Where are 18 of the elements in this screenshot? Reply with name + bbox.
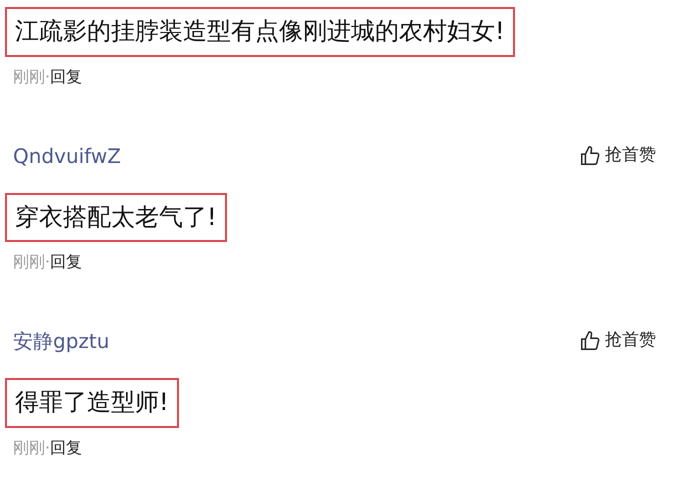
comment-text: 穿衣搭配太老气了! xyxy=(5,192,227,242)
thumbs-up-icon xyxy=(579,144,601,167)
like-button[interactable]: 抢首赞 xyxy=(579,142,656,168)
timestamp: 刚刚 xyxy=(13,251,45,274)
reply-link[interactable]: 回复 xyxy=(50,436,82,460)
separator-dot: · xyxy=(45,251,50,274)
timestamp: 刚刚 xyxy=(13,436,45,459)
thumbs-up-icon xyxy=(579,330,601,352)
username[interactable]: 安静gpztu xyxy=(13,326,110,356)
reply-link[interactable]: 回复 xyxy=(50,64,82,89)
timestamp: 刚刚 xyxy=(13,66,45,88)
comment-text: 得罪了造型师! xyxy=(5,378,179,428)
comment-text: 江疏影的挂脖装造型有点像刚进城的农村妇女! xyxy=(5,7,515,57)
username[interactable]: QndvuifwZ xyxy=(13,140,121,171)
like-button[interactable]: 抢首赞 xyxy=(579,328,656,354)
reply-link[interactable]: 回复 xyxy=(50,250,82,274)
separator-dot: · xyxy=(45,66,50,88)
separator-dot: · xyxy=(45,436,50,459)
